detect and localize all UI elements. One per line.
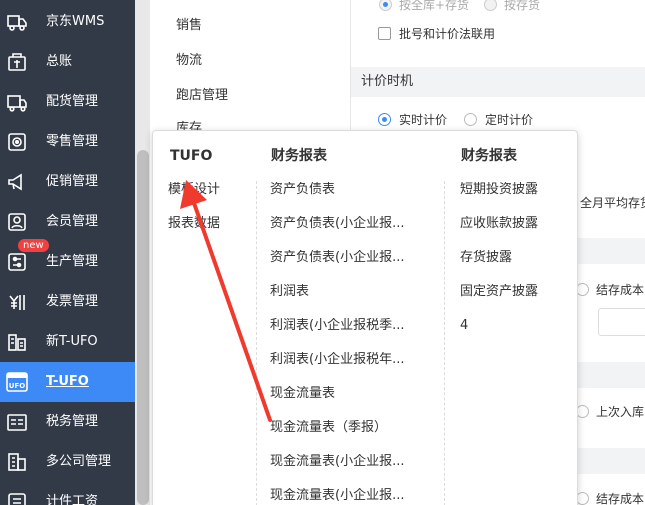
left-sidebar: 京东WMS 总账 配货管理 零售管理 促销管理 会员管理 new 生产管理 发票…	[0, 0, 135, 505]
sidebar-item-label: 新T-UFO	[46, 334, 98, 349]
sidebar-item-piece-wage[interactable]: 计件工资	[0, 482, 135, 505]
tax-icon	[6, 411, 28, 433]
link-short-term-investment[interactable]: 短期投资披露	[460, 182, 538, 198]
column-divider	[444, 181, 445, 505]
label-by-all-warehouse: 按全库+存货	[399, 0, 470, 12]
sidebar-item-member[interactable]: 会员管理	[0, 202, 135, 242]
link-inventory-disclosure[interactable]: 存货披露	[460, 250, 512, 266]
radio-scheduled[interactable]	[464, 113, 477, 126]
sidebar-item-label: 促销管理	[46, 174, 99, 189]
sidebar-item-promotion[interactable]: 促销管理	[0, 162, 135, 202]
section-title-pricing-time: 计价时机	[361, 74, 414, 89]
sidebar-item-jd-wms[interactable]: 京东WMS	[0, 2, 135, 42]
label-realtime: 实时计价	[399, 113, 448, 127]
new-badge: new	[18, 239, 49, 252]
radio-by-inventory[interactable]	[484, 0, 497, 11]
truck-icon	[6, 11, 28, 33]
column-header-tufo: TUFO	[170, 148, 213, 164]
sidebar-item-label: 总账	[46, 54, 73, 69]
link-income-small-quarterly[interactable]: 利润表(小企业报税季...	[270, 318, 420, 334]
label-last-inbound: 上次入库	[596, 405, 645, 419]
link-income-statement[interactable]: 利润表	[270, 284, 420, 300]
sidebar-item-tax[interactable]: 税务管理	[0, 402, 135, 442]
distribution-truck-icon	[6, 91, 28, 113]
megaphone-icon	[6, 171, 28, 193]
sidebar-item-label: 多公司管理	[46, 454, 112, 469]
label-monthly-avg: 全月平均存货	[580, 196, 645, 210]
radio-by-all-warehouse[interactable]	[379, 0, 392, 11]
sidebar-item-production[interactable]: new 生产管理	[0, 239, 135, 282]
link-balance-sheet-small-1[interactable]: 资产负债表(小企业报...	[270, 216, 420, 232]
submenu-item-sales[interactable]: 销售	[176, 18, 202, 34]
multi-company-icon	[6, 451, 28, 473]
link-cash-flow-quarterly[interactable]: 现金流量表（季报）	[270, 420, 420, 436]
ledger-box-icon	[6, 51, 28, 73]
retail-gear-icon	[6, 131, 28, 153]
sidebar-item-t-ufo[interactable]: UFO T-UFO	[0, 362, 135, 402]
sidebar-item-label: 京东WMS	[46, 14, 105, 29]
label-ending-cost-2: 结存成本	[596, 492, 645, 505]
member-card-icon	[6, 211, 28, 233]
sidebar-item-retail[interactable]: 零售管理	[0, 122, 135, 162]
sidebar-item-multi-company[interactable]: 多公司管理	[0, 442, 135, 482]
svg-text:UFO: UFO	[9, 382, 25, 390]
link-receivables[interactable]: 应收账款披露	[460, 216, 538, 232]
link-income-small-annual[interactable]: 利润表(小企业报税年...	[270, 352, 420, 368]
link-cash-flow-small-2[interactable]: 现金流量表(小企业报...	[270, 488, 420, 504]
link-balance-sheet-small-2[interactable]: 资产负债表(小企业报...	[270, 250, 420, 266]
building-icon	[6, 331, 28, 353]
label-by-inventory: 按存货	[504, 0, 541, 12]
production-sliders-icon	[6, 251, 28, 273]
sidebar-item-label: 会员管理	[46, 214, 99, 229]
link-fixed-assets[interactable]: 固定资产披露	[460, 284, 538, 300]
link-balance-sheet[interactable]: 资产负债表	[270, 182, 420, 198]
link-report-data[interactable]: 报表数据	[168, 216, 220, 232]
piece-wage-icon	[6, 491, 28, 505]
submenu-item-store-visit[interactable]: 跑店管理	[176, 88, 228, 104]
sidebar-item-distribution[interactable]: 配货管理	[0, 82, 135, 122]
invoice-yen-icon	[6, 291, 28, 313]
column-divider	[256, 181, 257, 505]
checkbox-batch-link[interactable]	[378, 27, 391, 40]
t-ufo-flyout-menu: TUFO 财务报表 财务报表 模板设计 报表数据 资产负债表 资产负债表(小企业…	[152, 130, 578, 505]
sidebar-item-new-t-ufo[interactable]: 新T-UFO	[0, 322, 135, 362]
column-header-financial-reports-2: 财务报表	[461, 148, 517, 164]
sidebar-item-label: T-UFO	[46, 374, 89, 389]
label-scheduled: 定时计价	[485, 113, 534, 127]
submenu-item-logistics[interactable]: 物流	[176, 53, 202, 69]
label-batch-link: 批号和计价法联用	[399, 27, 496, 41]
radio-realtime[interactable]	[378, 113, 391, 126]
sidebar-item-label: 税务管理	[46, 414, 99, 429]
sidebar-item-label: 发票管理	[46, 294, 99, 309]
label-ending-cost: 结存成本	[596, 283, 645, 297]
link-template-design[interactable]: 模板设计	[168, 182, 220, 198]
sidebar-item-general-ledger[interactable]: 总账	[0, 42, 135, 82]
cost-input[interactable]	[598, 308, 645, 336]
column-header-financial-reports: 财务报表	[271, 148, 327, 164]
sidebar-item-label: 生产管理	[46, 254, 99, 269]
link-cash-flow-small-1[interactable]: 现金流量表(小企业报...	[270, 454, 420, 470]
link-cash-flow[interactable]: 现金流量表	[270, 386, 420, 402]
link-item-4[interactable]: 4	[460, 318, 468, 334]
sidebar-item-invoice[interactable]: 发票管理	[0, 282, 135, 322]
ufo-icon: UFO	[6, 371, 28, 393]
sidebar-item-label: 配货管理	[46, 94, 99, 109]
sidebar-item-label: 计件工资	[46, 494, 99, 505]
sidebar-scrollbar-thumb[interactable]	[137, 150, 149, 505]
sidebar-item-label: 零售管理	[46, 134, 99, 149]
